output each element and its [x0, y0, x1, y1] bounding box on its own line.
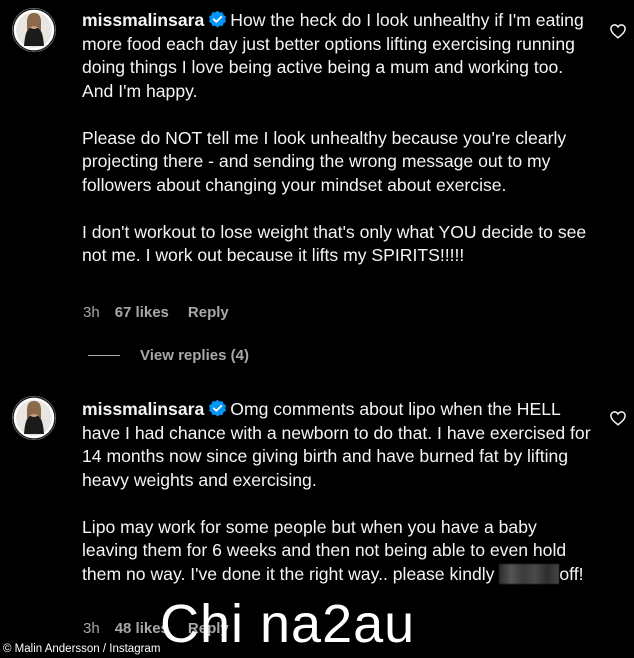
heart-icon[interactable] [609, 409, 627, 427]
divider-line [88, 355, 120, 356]
comment-text: How the heck do I look unhealthy if I'm … [82, 10, 587, 265]
verified-badge-icon [209, 399, 227, 417]
comment-username[interactable]: missmalinsara [82, 399, 204, 419]
comment-meta: 3h 67 likes Reply [83, 304, 229, 321]
likes-count[interactable]: 67 likes [115, 304, 169, 321]
view-replies-label[interactable]: View replies (4) [140, 347, 249, 364]
comment-body: missmalinsara Omg comments about lipo whe… [82, 398, 594, 586]
comment-username[interactable]: missmalinsara [82, 10, 204, 30]
comment-time: 3h [83, 304, 100, 321]
comment-time: 3h [83, 620, 100, 637]
avatar[interactable] [12, 8, 56, 52]
watermark: Chi na2au [160, 594, 416, 654]
avatar-image [12, 8, 56, 52]
avatar-image [12, 396, 56, 440]
comment-text-end: off! [559, 563, 584, 584]
view-replies-button[interactable]: View replies (4) [88, 347, 249, 364]
reply-button[interactable]: Reply [188, 304, 229, 321]
heart-icon[interactable] [609, 22, 627, 40]
comment-body: missmalinsara How the heck do I look unhe… [82, 9, 594, 268]
redacted-word [499, 563, 560, 584]
avatar[interactable] [12, 396, 56, 440]
photo-credit: © Malin Andersson / Instagram [3, 643, 161, 655]
comment-text: Omg comments about lipo when the HELL ha… [82, 399, 591, 584]
verified-badge-icon [209, 10, 227, 28]
